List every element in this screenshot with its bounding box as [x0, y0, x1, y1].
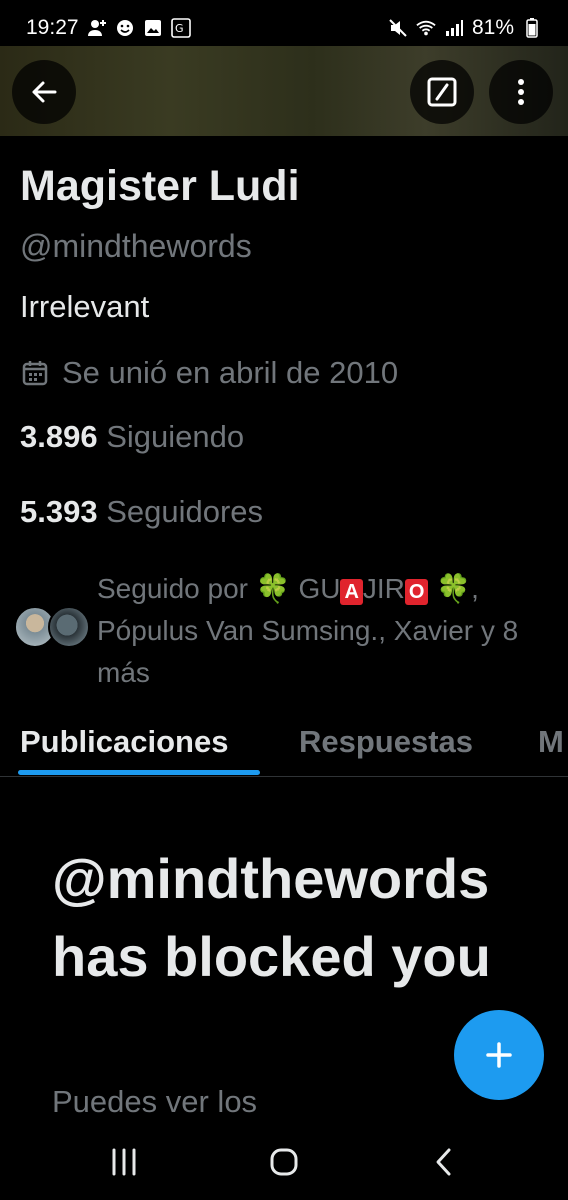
translate-icon: G: [170, 18, 191, 38]
back-nav-button[interactable]: [414, 1140, 474, 1184]
system-nav-bar: [0, 1122, 568, 1200]
chevron-left-icon: [436, 1148, 451, 1176]
profile-handle: @mindthewords: [20, 228, 252, 264]
status-bar: 19:27 G 81%: [0, 0, 568, 56]
image-icon: [143, 18, 163, 38]
followers-label: Seguidores: [106, 494, 264, 529]
tab-respuestas[interactable]: Respuestas: [299, 724, 473, 760]
emoji-icon: [115, 18, 135, 38]
followers-link[interactable]: 5.393 Seguidores: [20, 494, 263, 530]
battery-percent: 81%: [471, 16, 514, 39]
following-link[interactable]: 3.896 Siguiendo: [20, 419, 244, 455]
mute-icon: [388, 18, 408, 38]
followed-by-text[interactable]: Seguido por 🍀 GU A JIR O 🍀, Pópulus Van Sum…: [97, 568, 557, 694]
clock: 19:27: [26, 16, 79, 39]
home-button[interactable]: [254, 1140, 314, 1184]
arrow-left-icon: [32, 81, 57, 103]
plus-icon: [486, 1042, 512, 1068]
profile-bio: Irrelevant: [20, 289, 150, 324]
join-date: Se unió en abril de 2010: [20, 355, 398, 391]
following-label: Siguiendo: [106, 419, 245, 454]
person-add-icon: [87, 18, 107, 38]
slash-square-icon: [427, 77, 457, 107]
clover-emoji: 🍀: [436, 573, 472, 604]
join-date-text: Se unió en abril de 2010: [62, 355, 399, 390]
followers-count: 5.393: [20, 494, 98, 529]
active-tab-indicator: [18, 770, 260, 775]
wifi-icon: [416, 18, 436, 38]
battery-icon: [522, 18, 542, 38]
letter-badge-a: A: [340, 579, 363, 605]
back-button[interactable]: [12, 60, 76, 124]
profile-tabs: Publicaciones Respuestas M: [0, 714, 568, 777]
letter-badge-o: O: [404, 579, 429, 605]
clover-emoji: 🍀: [255, 573, 291, 604]
edit-button[interactable]: [410, 60, 474, 124]
blocked-title: @mindthewords has blocked you: [52, 847, 491, 988]
more-button[interactable]: [489, 60, 553, 124]
recents-button[interactable]: [94, 1140, 154, 1184]
tab-publicaciones[interactable]: Publicaciones: [20, 724, 228, 760]
tab-more[interactable]: M: [538, 724, 564, 760]
recents-icon: [112, 1148, 136, 1176]
home-icon: [270, 1148, 298, 1176]
profile-name: Magister Ludi: [20, 162, 300, 210]
svg-text:G: G: [175, 22, 184, 35]
calendar-icon: [22, 361, 48, 386]
blocked-subtitle: Puedes ver los: [52, 1084, 258, 1119]
profile-banner: [0, 46, 568, 136]
compose-button[interactable]: [454, 1010, 544, 1100]
more-vertical-icon: [518, 79, 524, 105]
signal-icon: [444, 18, 464, 38]
avatar[interactable]: [48, 606, 90, 648]
following-count: 3.896: [20, 419, 98, 454]
